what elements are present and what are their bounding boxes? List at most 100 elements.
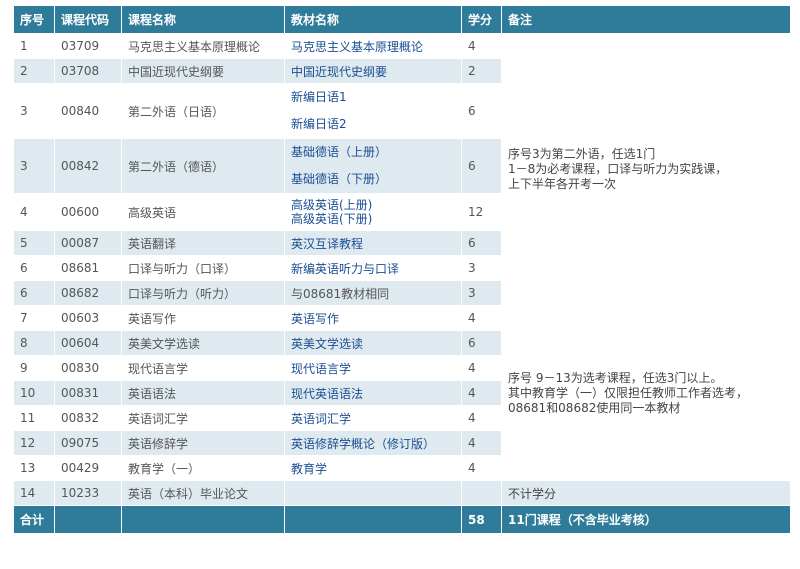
cell-no: 10 xyxy=(13,380,55,406)
cell-textbook: 与08681教材相同 xyxy=(284,280,462,306)
cell-textbook[interactable]: 现代英语语法 xyxy=(284,380,462,406)
textbook-link[interactable]: 基础德语（上册） xyxy=(291,139,455,166)
cell-credit: 6 xyxy=(461,330,502,356)
cell-credit: 4 xyxy=(461,405,502,431)
cell-textbook[interactable]: 英语修辞学概论（修订版） xyxy=(284,430,462,456)
cell-course-name: 口译与听力（听力） xyxy=(121,280,285,306)
cell-no: 2 xyxy=(13,58,55,84)
cell-course-name: 第二外语（德语） xyxy=(121,138,285,194)
cell-code: 00604 xyxy=(54,330,122,356)
cell-credit xyxy=(461,480,502,506)
cell-textbook[interactable]: 教育学 xyxy=(284,455,462,481)
cell-textbook[interactable]: 马克思主义基本原理概论 xyxy=(284,33,462,59)
cell-textbook[interactable]: 新编英语听力与口译 xyxy=(284,255,462,281)
header-course-name: 课程名称 xyxy=(121,5,285,34)
cell-credit: 4 xyxy=(461,380,502,406)
cell-course-name: 高级英语 xyxy=(121,193,285,231)
cell-textbook[interactable]: 英汉互译教程 xyxy=(284,230,462,256)
cell-code: 08682 xyxy=(54,280,122,306)
footer-total-label: 合计 xyxy=(13,505,55,534)
cell-no: 3 xyxy=(13,138,55,194)
cell-textbook[interactable]: 英美文学选读 xyxy=(284,330,462,356)
cell-no: 1 xyxy=(13,33,55,59)
remark-line: 其中教育学（一）仅限担任教师工作者选考， xyxy=(508,385,749,400)
textbook-link[interactable]: 高级英语(下册) xyxy=(291,212,455,226)
cell-textbook[interactable]: 中国近现代史纲要 xyxy=(284,58,462,84)
table-row: 1 03709 马克思主义基本原理概论 马克思主义基本原理概论 4 序号3为第二… xyxy=(13,33,791,306)
textbook-link[interactable]: 高级英语(上册) xyxy=(291,198,455,212)
cell-code: 00429 xyxy=(54,455,122,481)
cell-credit: 3 xyxy=(461,280,502,306)
remarks-required-courses: 序号3为第二外语，任选1门 1－8为必考课程，口译与听力为实践课， 上下半年各开… xyxy=(501,33,791,306)
cell-credit: 3 xyxy=(461,255,502,281)
table-header-row: 序号 课程代码 课程名称 教材名称 学分 备注 xyxy=(13,5,791,34)
textbook-link[interactable]: 新编日语2 xyxy=(291,111,455,138)
cell-no: 6 xyxy=(13,255,55,281)
table-row: 7 00603 英语写作 英语写作 4 序号 9－13为选考课程，任选3门以上。… xyxy=(13,305,791,481)
cell-credit: 4 xyxy=(461,430,502,456)
cell-code: 00832 xyxy=(54,405,122,431)
textbook-link[interactable]: 基础德语（下册） xyxy=(291,166,455,193)
cell-course-name: 英美文学选读 xyxy=(121,330,285,356)
footer-empty-cell xyxy=(54,505,122,534)
cell-credit: 4 xyxy=(461,305,502,331)
cell-textbook: 高级英语(上册) 高级英语(下册) xyxy=(284,193,462,231)
cell-code: 00831 xyxy=(54,380,122,406)
cell-textbook: 新编日语1 新编日语2 xyxy=(284,83,462,139)
cell-code: 03708 xyxy=(54,58,122,84)
cell-code: 10233 xyxy=(54,480,122,506)
cell-credit: 4 xyxy=(461,33,502,59)
cell-course-name: 英语写作 xyxy=(121,305,285,331)
remark-line: 序号 9－13为选考课程，任选3门以上。 xyxy=(508,370,723,385)
cell-credit: 2 xyxy=(461,58,502,84)
cell-course-name: 英语语法 xyxy=(121,380,285,406)
footer-empty-cell xyxy=(121,505,285,534)
remarks-elective-courses: 序号 9－13为选考课程，任选3门以上。 其中教育学（一）仅限担任教师工作者选考… xyxy=(501,305,791,481)
cell-course-name: 口译与听力（口译） xyxy=(121,255,285,281)
curriculum-table: 序号 课程代码 课程名称 教材名称 学分 备注 1 03709 马克思主义基本原… xyxy=(13,5,791,534)
cell-code: 09075 xyxy=(54,430,122,456)
cell-course-name: 马克思主义基本原理概论 xyxy=(121,33,285,59)
cell-code: 00830 xyxy=(54,355,122,381)
header-code: 课程代码 xyxy=(54,5,122,34)
cell-code: 00840 xyxy=(54,83,122,139)
remark-line: 序号3为第二外语，任选1门 xyxy=(508,147,656,161)
cell-no: 8 xyxy=(13,330,55,356)
footer-empty-cell xyxy=(284,505,462,534)
cell-course-name: 英语翻译 xyxy=(121,230,285,256)
remark-line: 08681和08682使用同一本教材 xyxy=(508,400,681,415)
cell-credit: 4 xyxy=(461,455,502,481)
cell-credit: 4 xyxy=(461,355,502,381)
cell-credit: 6 xyxy=(461,83,502,139)
cell-no: 6 xyxy=(13,280,55,306)
cell-course-name: 第二外语（日语） xyxy=(121,83,285,139)
cell-code: 00600 xyxy=(54,193,122,231)
cell-code: 00842 xyxy=(54,138,122,194)
textbook-link[interactable]: 新编日语1 xyxy=(291,84,455,111)
cell-no: 5 xyxy=(13,230,55,256)
cell-no: 12 xyxy=(13,430,55,456)
remark-line: 1－8为必考课程，口译与听力为实践课， xyxy=(508,162,728,176)
cell-course-name: 现代语言学 xyxy=(121,355,285,381)
cell-no: 13 xyxy=(13,455,55,481)
table-row: 14 10233 英语（本科）毕业论文 不计学分 xyxy=(13,480,791,506)
cell-textbook[interactable]: 英语词汇学 xyxy=(284,405,462,431)
cell-textbook[interactable]: 现代语言学 xyxy=(284,355,462,381)
cell-course-name: 英语（本科）毕业论文 xyxy=(121,480,285,506)
cell-no: 3 xyxy=(13,83,55,139)
curriculum-table-container: 序号 课程代码 课程名称 教材名称 学分 备注 1 03709 马克思主义基本原… xyxy=(13,5,791,534)
cell-textbook[interactable]: 英语写作 xyxy=(284,305,462,331)
cell-course-name: 英语修辞学 xyxy=(121,430,285,456)
cell-no: 11 xyxy=(13,405,55,431)
cell-no: 7 xyxy=(13,305,55,331)
table-footer-row: 合计 58 11门课程（不含毕业考核） xyxy=(13,505,791,534)
remark-no-credit: 不计学分 xyxy=(501,480,791,506)
cell-credit: 6 xyxy=(461,230,502,256)
cell-no: 4 xyxy=(13,193,55,231)
cell-code: 00603 xyxy=(54,305,122,331)
cell-no: 9 xyxy=(13,355,55,381)
footer-total-note: 11门课程（不含毕业考核） xyxy=(501,505,791,534)
cell-credit: 12 xyxy=(461,193,502,231)
cell-no: 14 xyxy=(13,480,55,506)
cell-code: 03709 xyxy=(54,33,122,59)
